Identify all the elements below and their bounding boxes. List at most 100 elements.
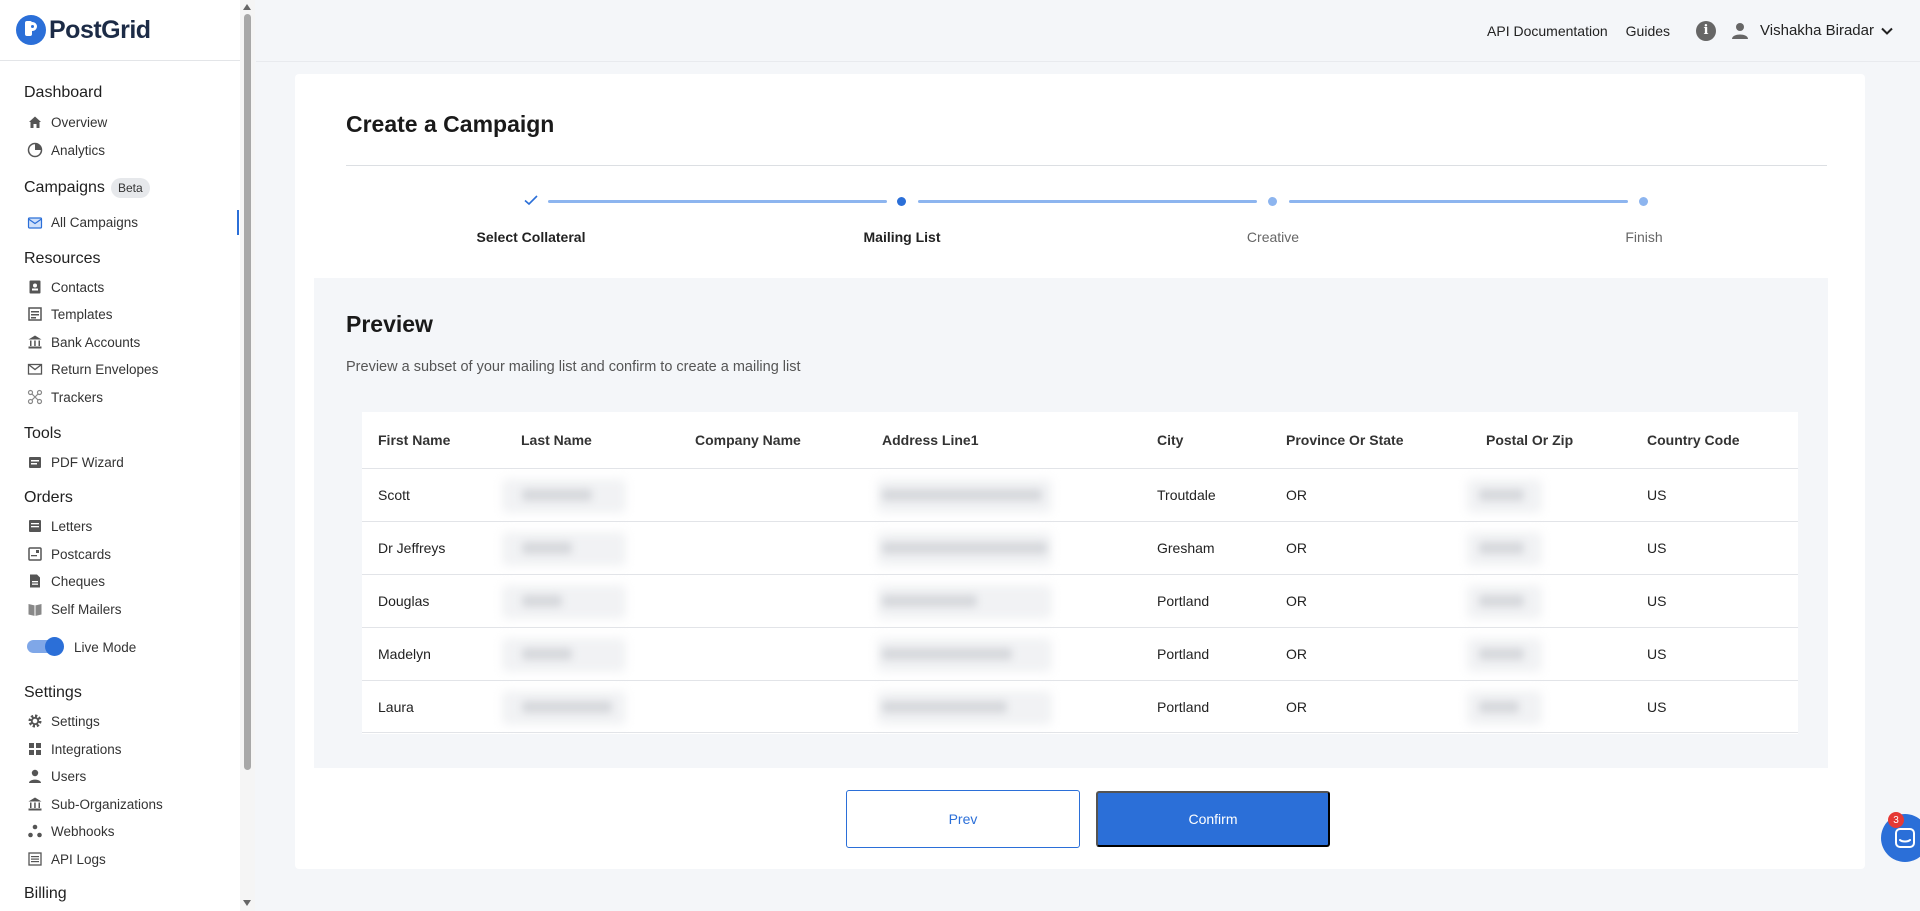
guides-link[interactable]: Guides xyxy=(1626,23,1670,39)
table-row: Laura Portland OR US xyxy=(362,680,1798,733)
redacted-zip-text xyxy=(1479,489,1524,501)
sidebar-item-settings[interactable]: Settings xyxy=(27,711,100,731)
sidebar-item-pdf-wizard[interactable]: PDF Wizard xyxy=(27,452,124,472)
letter-icon xyxy=(27,518,43,534)
cell-first-name: Laura xyxy=(378,699,414,715)
cell-first-name: Madelyn xyxy=(378,646,431,662)
section-billing: Billing xyxy=(24,885,67,902)
table-row: Dr Jeffreys Gresham OR US xyxy=(362,521,1798,574)
preview-section: Preview Preview a subset of your mailing… xyxy=(314,278,1828,768)
sidebar-item-letters[interactable]: Letters xyxy=(27,516,92,536)
redacted-zip-text xyxy=(1479,595,1524,607)
cell-state: OR xyxy=(1286,487,1307,503)
postgrid-logo-icon xyxy=(16,15,46,45)
scroll-up-arrow-icon[interactable] xyxy=(243,4,251,10)
preview-subtitle: Preview a subset of your mailing list an… xyxy=(346,359,801,375)
step-connector-2 xyxy=(918,200,1257,203)
sidebar-item-trackers[interactable]: Trackers xyxy=(27,387,103,407)
sidebar-item-label: Cheques xyxy=(51,573,106,589)
tracker-icon xyxy=(27,389,43,405)
column-header-country-code: Country Code xyxy=(1647,432,1740,448)
preview-title: Preview xyxy=(346,311,433,337)
prev-button[interactable]: Prev xyxy=(846,790,1080,848)
cell-country: US xyxy=(1647,487,1667,503)
redacted-last-name-text xyxy=(522,648,572,660)
sidebar-item-analytics[interactable]: Analytics xyxy=(27,140,105,160)
sidebar-item-label: Self Mailers xyxy=(51,601,122,617)
cell-state: OR xyxy=(1286,699,1307,715)
sidebar-item-api-logs[interactable]: API Logs xyxy=(27,849,106,869)
api-documentation-link[interactable]: API Documentation xyxy=(1487,23,1608,39)
sidebar-item-all-campaigns[interactable]: All Campaigns xyxy=(27,212,138,232)
toggle-knob xyxy=(45,637,64,656)
live-mode-toggle[interactable] xyxy=(27,637,65,656)
self-mailer-icon xyxy=(27,601,43,617)
sidebar-item-overview[interactable]: Overview xyxy=(27,112,107,132)
sidebar-item-bank-accounts[interactable]: Bank Accounts xyxy=(27,332,140,352)
sidebar-item-label: Sub-Organizations xyxy=(51,796,163,812)
bank-icon xyxy=(27,334,43,350)
chevron-down-icon[interactable] xyxy=(1880,24,1894,38)
redacted-last-name-text xyxy=(522,542,572,554)
user-icon xyxy=(27,768,43,784)
sidebar-item-templates[interactable]: Templates xyxy=(27,304,113,324)
step-dot-mailing-list xyxy=(897,197,906,206)
title-divider xyxy=(346,165,1827,166)
cell-city: Troutdale xyxy=(1157,487,1216,503)
sidebar-item-webhooks[interactable]: Webhooks xyxy=(27,821,115,841)
gear-icon xyxy=(27,713,43,729)
redacted-address-text xyxy=(882,542,1047,554)
column-header-first-name: First Name xyxy=(378,432,451,448)
cell-country: US xyxy=(1647,540,1667,556)
sidebar-item-contacts[interactable]: Contacts xyxy=(27,277,104,297)
webhook-icon xyxy=(27,823,43,839)
step-connector-3 xyxy=(1289,200,1628,203)
mailing-list-table: First Name Last Name Company Name Addres… xyxy=(362,412,1798,734)
contacts-icon xyxy=(27,279,43,295)
sidebar-item-return-envelopes[interactable]: Return Envelopes xyxy=(27,359,158,379)
top-bar: API Documentation Guides i Vishakha Bira… xyxy=(256,0,1920,62)
column-header-city: City xyxy=(1157,432,1184,448)
section-settings: Settings xyxy=(24,684,82,701)
column-header-province-or-state: Province Or State xyxy=(1286,432,1404,448)
column-header-last-name: Last Name xyxy=(521,432,592,448)
sidebar-item-label: Overview xyxy=(51,114,108,130)
section-orders: Orders xyxy=(24,489,73,506)
chat-notification-badge: 3 xyxy=(1888,812,1904,828)
api-logs-icon xyxy=(27,851,43,867)
sidebar-item-sub-organizations[interactable]: Sub-Organizations xyxy=(27,794,163,814)
scroll-down-arrow-icon[interactable] xyxy=(243,900,251,906)
logo[interactable]: PostGrid xyxy=(0,0,240,61)
pie-chart-icon xyxy=(27,142,43,158)
cell-first-name: Scott xyxy=(378,487,410,503)
sidebar-item-label: Integrations xyxy=(51,741,122,757)
info-icon[interactable]: i xyxy=(1696,20,1717,41)
user-menu-name[interactable]: Vishakha Biradar xyxy=(1760,22,1874,39)
account-icon[interactable] xyxy=(1730,21,1750,41)
cell-country: US xyxy=(1647,699,1667,715)
redacted-last-name-text xyxy=(522,489,592,501)
redacted-address-text xyxy=(882,489,1042,501)
redacted-zip-text xyxy=(1479,701,1519,713)
postcard-icon xyxy=(27,546,43,562)
brand-name: PostGrid xyxy=(49,15,151,44)
scrollbar-thumb[interactable] xyxy=(244,14,251,770)
sidebar-item-self-mailers[interactable]: Self Mailers xyxy=(27,599,122,619)
redacted-address-text xyxy=(882,595,977,607)
page-title: Create a Campaign xyxy=(346,111,555,137)
step-label-creative: Creative xyxy=(1246,229,1300,245)
column-header-address-line1: Address Line1 xyxy=(882,432,979,448)
sidebar-item-label: Postcards xyxy=(51,546,112,562)
confirm-button[interactable]: Confirm xyxy=(1096,791,1330,847)
sidebar-item-integrations[interactable]: Integrations xyxy=(27,739,122,759)
cell-first-name: Douglas xyxy=(378,593,430,609)
sidebar-item-cheques[interactable]: Cheques xyxy=(27,571,105,591)
step-label-mailing-list: Mailing List xyxy=(863,229,941,245)
cell-state: OR xyxy=(1286,593,1307,609)
section-dashboard: Dashboard xyxy=(24,84,103,101)
sidebar-item-postcards[interactable]: Postcards xyxy=(27,544,111,564)
section-campaigns: Campaigns Beta xyxy=(24,178,150,198)
integrations-icon xyxy=(27,741,43,757)
redacted-last-name xyxy=(502,585,626,619)
sidebar-item-users[interactable]: Users xyxy=(27,766,86,786)
